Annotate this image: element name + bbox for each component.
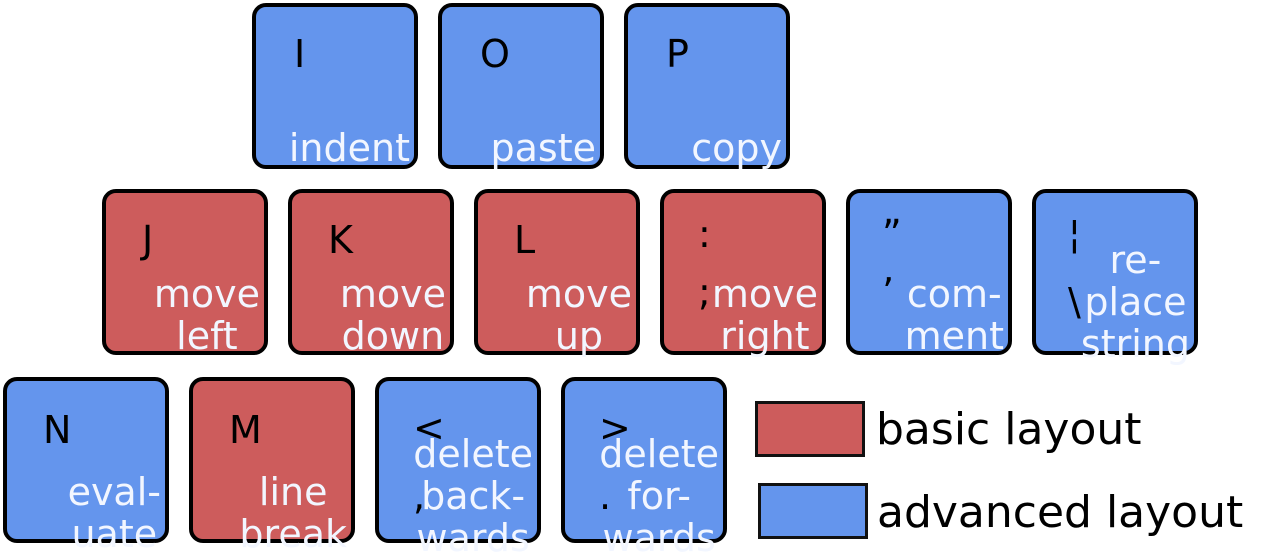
key-glyph-bottom: \ <box>1068 280 1081 324</box>
key-action-label: eval- uate <box>67 470 161 556</box>
key-action-label: move right <box>711 272 818 358</box>
legend-label-basic: basic layout <box>876 404 1142 455</box>
key-action-label: line break <box>239 470 347 556</box>
key-move: Lmove up <box>474 189 640 358</box>
key-action-label: move up <box>525 272 632 358</box>
key-glyph-top: L <box>514 218 536 262</box>
key-delete: >. delete for- wards <box>561 377 727 559</box>
key-glyph-top: ” <box>882 212 902 256</box>
key-action-label: move down <box>339 272 446 358</box>
key-action-label: delete for- wards <box>599 432 719 560</box>
key-glyph-top: N <box>43 408 72 452</box>
key-action-label: paste <box>490 126 596 170</box>
key-paste: Opaste <box>438 3 604 169</box>
key-glyph-bottom: ; <box>698 270 711 314</box>
key-move: :; move right <box>660 189 826 358</box>
legend-label-advanced: advanced layout <box>877 487 1244 538</box>
key-glyph-top: I <box>294 32 306 76</box>
key-glyph-bottom: ’ <box>882 270 895 314</box>
key-action-label: copy <box>691 126 782 170</box>
key-glyph-top: O <box>480 32 510 76</box>
legend-swatch-advanced <box>758 483 868 539</box>
key-action-label: move left <box>153 272 260 358</box>
key-action-label: indent <box>288 126 410 170</box>
key-glyph-top: J <box>142 218 154 262</box>
key-action-label: delete back- wards <box>413 432 533 560</box>
key-glyph-top: K <box>328 218 353 262</box>
key-copy: Pcopy <box>624 3 790 169</box>
key-delete: <, delete back- wards <box>375 377 541 559</box>
key-eval: Neval- uate <box>3 377 169 555</box>
legend-swatch-basic <box>755 401 865 457</box>
key-re: ¦ \ re- place string <box>1032 189 1198 365</box>
key-move: Kmove down <box>288 189 454 358</box>
key-action-label: re- place string <box>1080 238 1190 366</box>
key-com: ” ’ com- ment <box>846 189 1012 358</box>
key-move: Jmove left <box>102 189 268 358</box>
key-glyph-top: ¦ <box>1068 212 1081 256</box>
key-glyph-top: M <box>229 408 262 452</box>
key-action-label: com- ment <box>904 272 1004 358</box>
key-line: Mline break <box>189 377 355 555</box>
key-glyph-top: : <box>698 212 711 256</box>
key-glyph-top: P <box>666 32 689 76</box>
key-indent: Iindent <box>252 3 418 169</box>
